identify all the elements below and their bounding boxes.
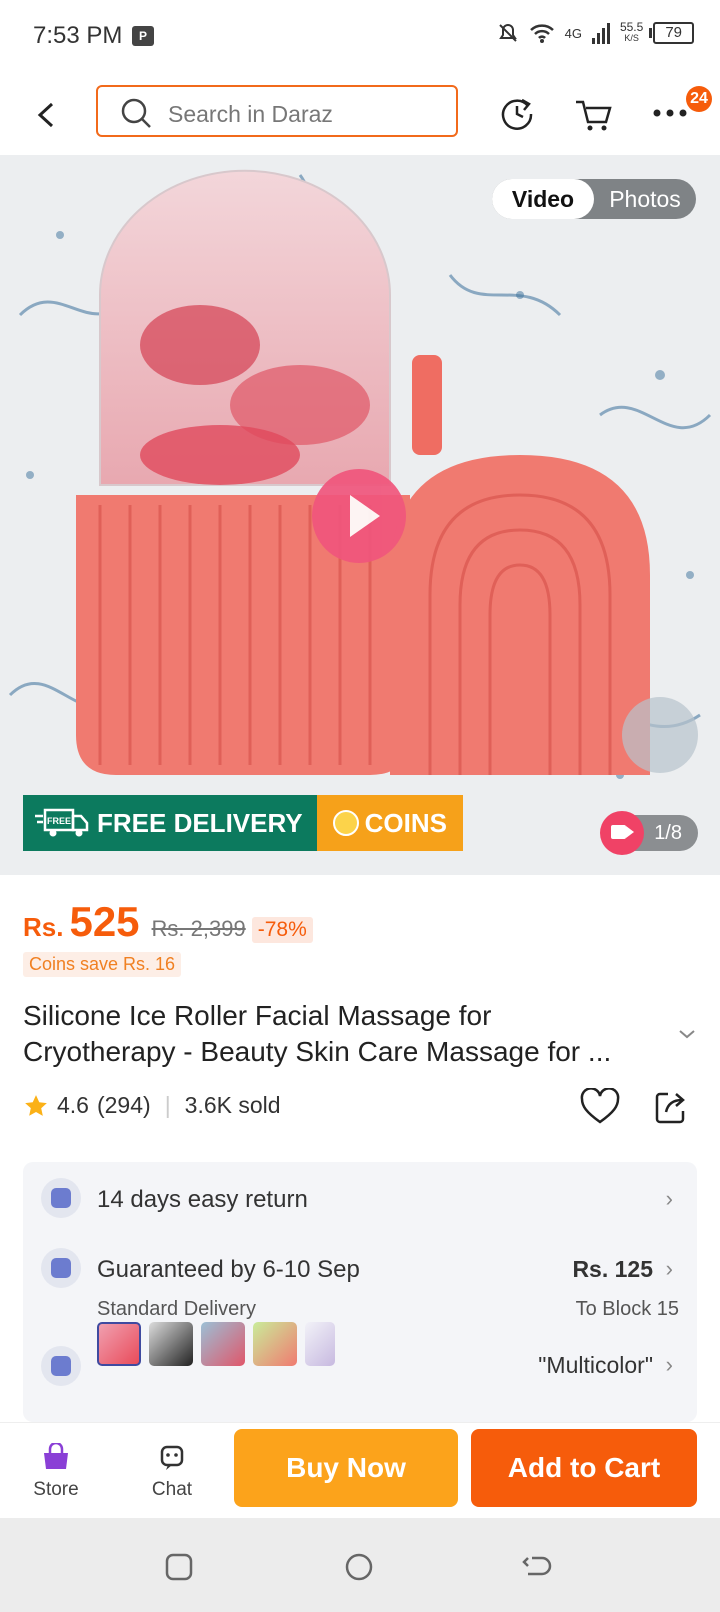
chevron-right-icon: ›	[665, 1186, 673, 1211]
product-title-line2: Cryotherapy - Beauty Skin Care Massage f…	[23, 1036, 612, 1067]
back-arrow-icon[interactable]	[34, 100, 58, 130]
rating-value: 4.6	[57, 1092, 89, 1118]
free-delivery-badge: FREE FREE DELIVERY	[23, 795, 317, 851]
tab-photos[interactable]: Photos	[594, 179, 696, 219]
delivery-guarantee: Guaranteed by 6-10 Sep	[97, 1256, 360, 1283]
discount-badge: -78%	[251, 917, 313, 943]
chevron-right-icon: ›	[665, 1352, 673, 1377]
chevron-right-icon: ›	[665, 1256, 673, 1281]
status-icons: 4G 55.5 K/S 79	[497, 20, 694, 44]
buy-now-button[interactable]: Buy Now	[234, 1429, 458, 1507]
chat-icon	[160, 1445, 184, 1470]
promo-banner: FREE FREE DELIVERY COINS	[23, 795, 463, 851]
back-nav-icon[interactable]	[522, 1554, 554, 1580]
delivery-location: To Block 15	[575, 1298, 679, 1320]
wifi-icon	[529, 24, 554, 43]
sold-count: 3.6K sold	[184, 1092, 281, 1118]
coin-icon	[332, 810, 359, 836]
chat-button[interactable]: Chat	[132, 1443, 212, 1501]
history-icon[interactable]	[498, 94, 536, 132]
recent-apps-icon[interactable]	[164, 1552, 194, 1582]
coins-badge: COINS	[316, 795, 463, 851]
variant-grid-icon	[41, 1346, 81, 1386]
variant-thumb[interactable]	[253, 1322, 297, 1366]
status-bar: 7:53 PM P 4G 55.5 K/S 79	[0, 0, 720, 70]
tab-video[interactable]: Video	[492, 179, 594, 219]
variant-thumb[interactable]	[97, 1322, 141, 1366]
review-count: (294)	[96, 1092, 151, 1118]
shield-check-icon	[41, 1178, 81, 1218]
variant-selected: "Multicolor"	[538, 1352, 653, 1378]
battery-indicator: 79	[649, 22, 694, 44]
original-price: Rs. 2,399	[151, 916, 246, 941]
star-icon	[25, 1094, 47, 1116]
product-title[interactable]: Silicone Ice Roller Facial Massage for C…	[23, 998, 673, 1070]
free-delivery-label: FREE DELIVERY	[97, 807, 303, 838]
top-bar: Search in Daraz 24	[0, 80, 720, 150]
variant-thumb[interactable]	[305, 1322, 335, 1366]
store-label: Store	[33, 1479, 79, 1500]
svg-text:FREE: FREE	[47, 816, 71, 826]
price-currency: Rs.	[23, 912, 64, 942]
status-time: 7:53 PM	[33, 22, 123, 49]
product-gallery[interactable]: Video Photos FREE FREE DELIVERY COINS 1/…	[0, 155, 720, 875]
search-input[interactable]: Search in Daraz	[96, 85, 458, 137]
coins-label: COINS	[364, 807, 447, 838]
delivery-truck-icon: FREE	[35, 808, 89, 837]
search-icon	[121, 98, 151, 128]
coins-save-badge: Coins save Rs. 16	[23, 952, 182, 977]
cart-icon[interactable]	[574, 94, 614, 134]
more-options-icon[interactable]	[652, 108, 688, 118]
search-placeholder: Search in Daraz	[168, 101, 333, 127]
notification-off-icon	[498, 23, 517, 42]
sim-icon: P	[132, 26, 154, 46]
variant-thumb[interactable]	[149, 1322, 193, 1366]
delivery-fee: Rs. 125	[572, 1256, 653, 1282]
play-video-button[interactable]	[312, 469, 406, 563]
notification-badge: 24	[686, 86, 712, 112]
return-policy-row[interactable]: 14 days easy return ›	[23, 1162, 697, 1232]
bottom-action-bar: Store Chat Buy Now Add to Cart	[0, 1422, 720, 1519]
delivery-box-icon	[41, 1248, 81, 1288]
share-icon[interactable]	[654, 1088, 688, 1124]
divider: |	[164, 1092, 171, 1118]
expand-title-chevron-icon[interactable]	[678, 1028, 696, 1040]
wishlist-heart-icon[interactable]	[580, 1088, 620, 1126]
variant-thumbnails	[97, 1322, 335, 1366]
add-to-cart-button[interactable]: Add to Cart	[471, 1429, 697, 1507]
media-toggle: Video Photos	[492, 179, 696, 219]
image-counter: 1/8	[600, 811, 698, 855]
network-speed: 55.5 K/S	[619, 20, 644, 43]
service-card: 14 days easy return › Guaranteed by 6-10…	[23, 1162, 697, 1422]
rating-row[interactable]: 4.6 (294) | 3.6K sold	[23, 1092, 281, 1119]
image-counter-text: 1/8	[654, 821, 682, 844]
network-type: 4G	[564, 25, 582, 41]
home-icon[interactable]	[344, 1552, 374, 1582]
price-value: 525	[69, 898, 140, 945]
delivery-type: Standard Delivery	[97, 1298, 256, 1320]
price-block: Rs. 525 Rs. 2,399 -78%	[23, 898, 313, 946]
chat-label: Chat	[151, 1479, 193, 1500]
variant-thumb[interactable]	[201, 1322, 245, 1366]
system-navigation-bar	[0, 1518, 720, 1612]
signal-icon	[591, 22, 610, 44]
product-title-line1: Silicone Ice Roller Facial Massage for	[23, 1000, 492, 1031]
store-icon	[44, 1441, 68, 1469]
store-button[interactable]: Store	[16, 1441, 96, 1501]
video-camera-icon	[600, 811, 645, 855]
return-policy-label: 14 days easy return	[97, 1186, 308, 1213]
